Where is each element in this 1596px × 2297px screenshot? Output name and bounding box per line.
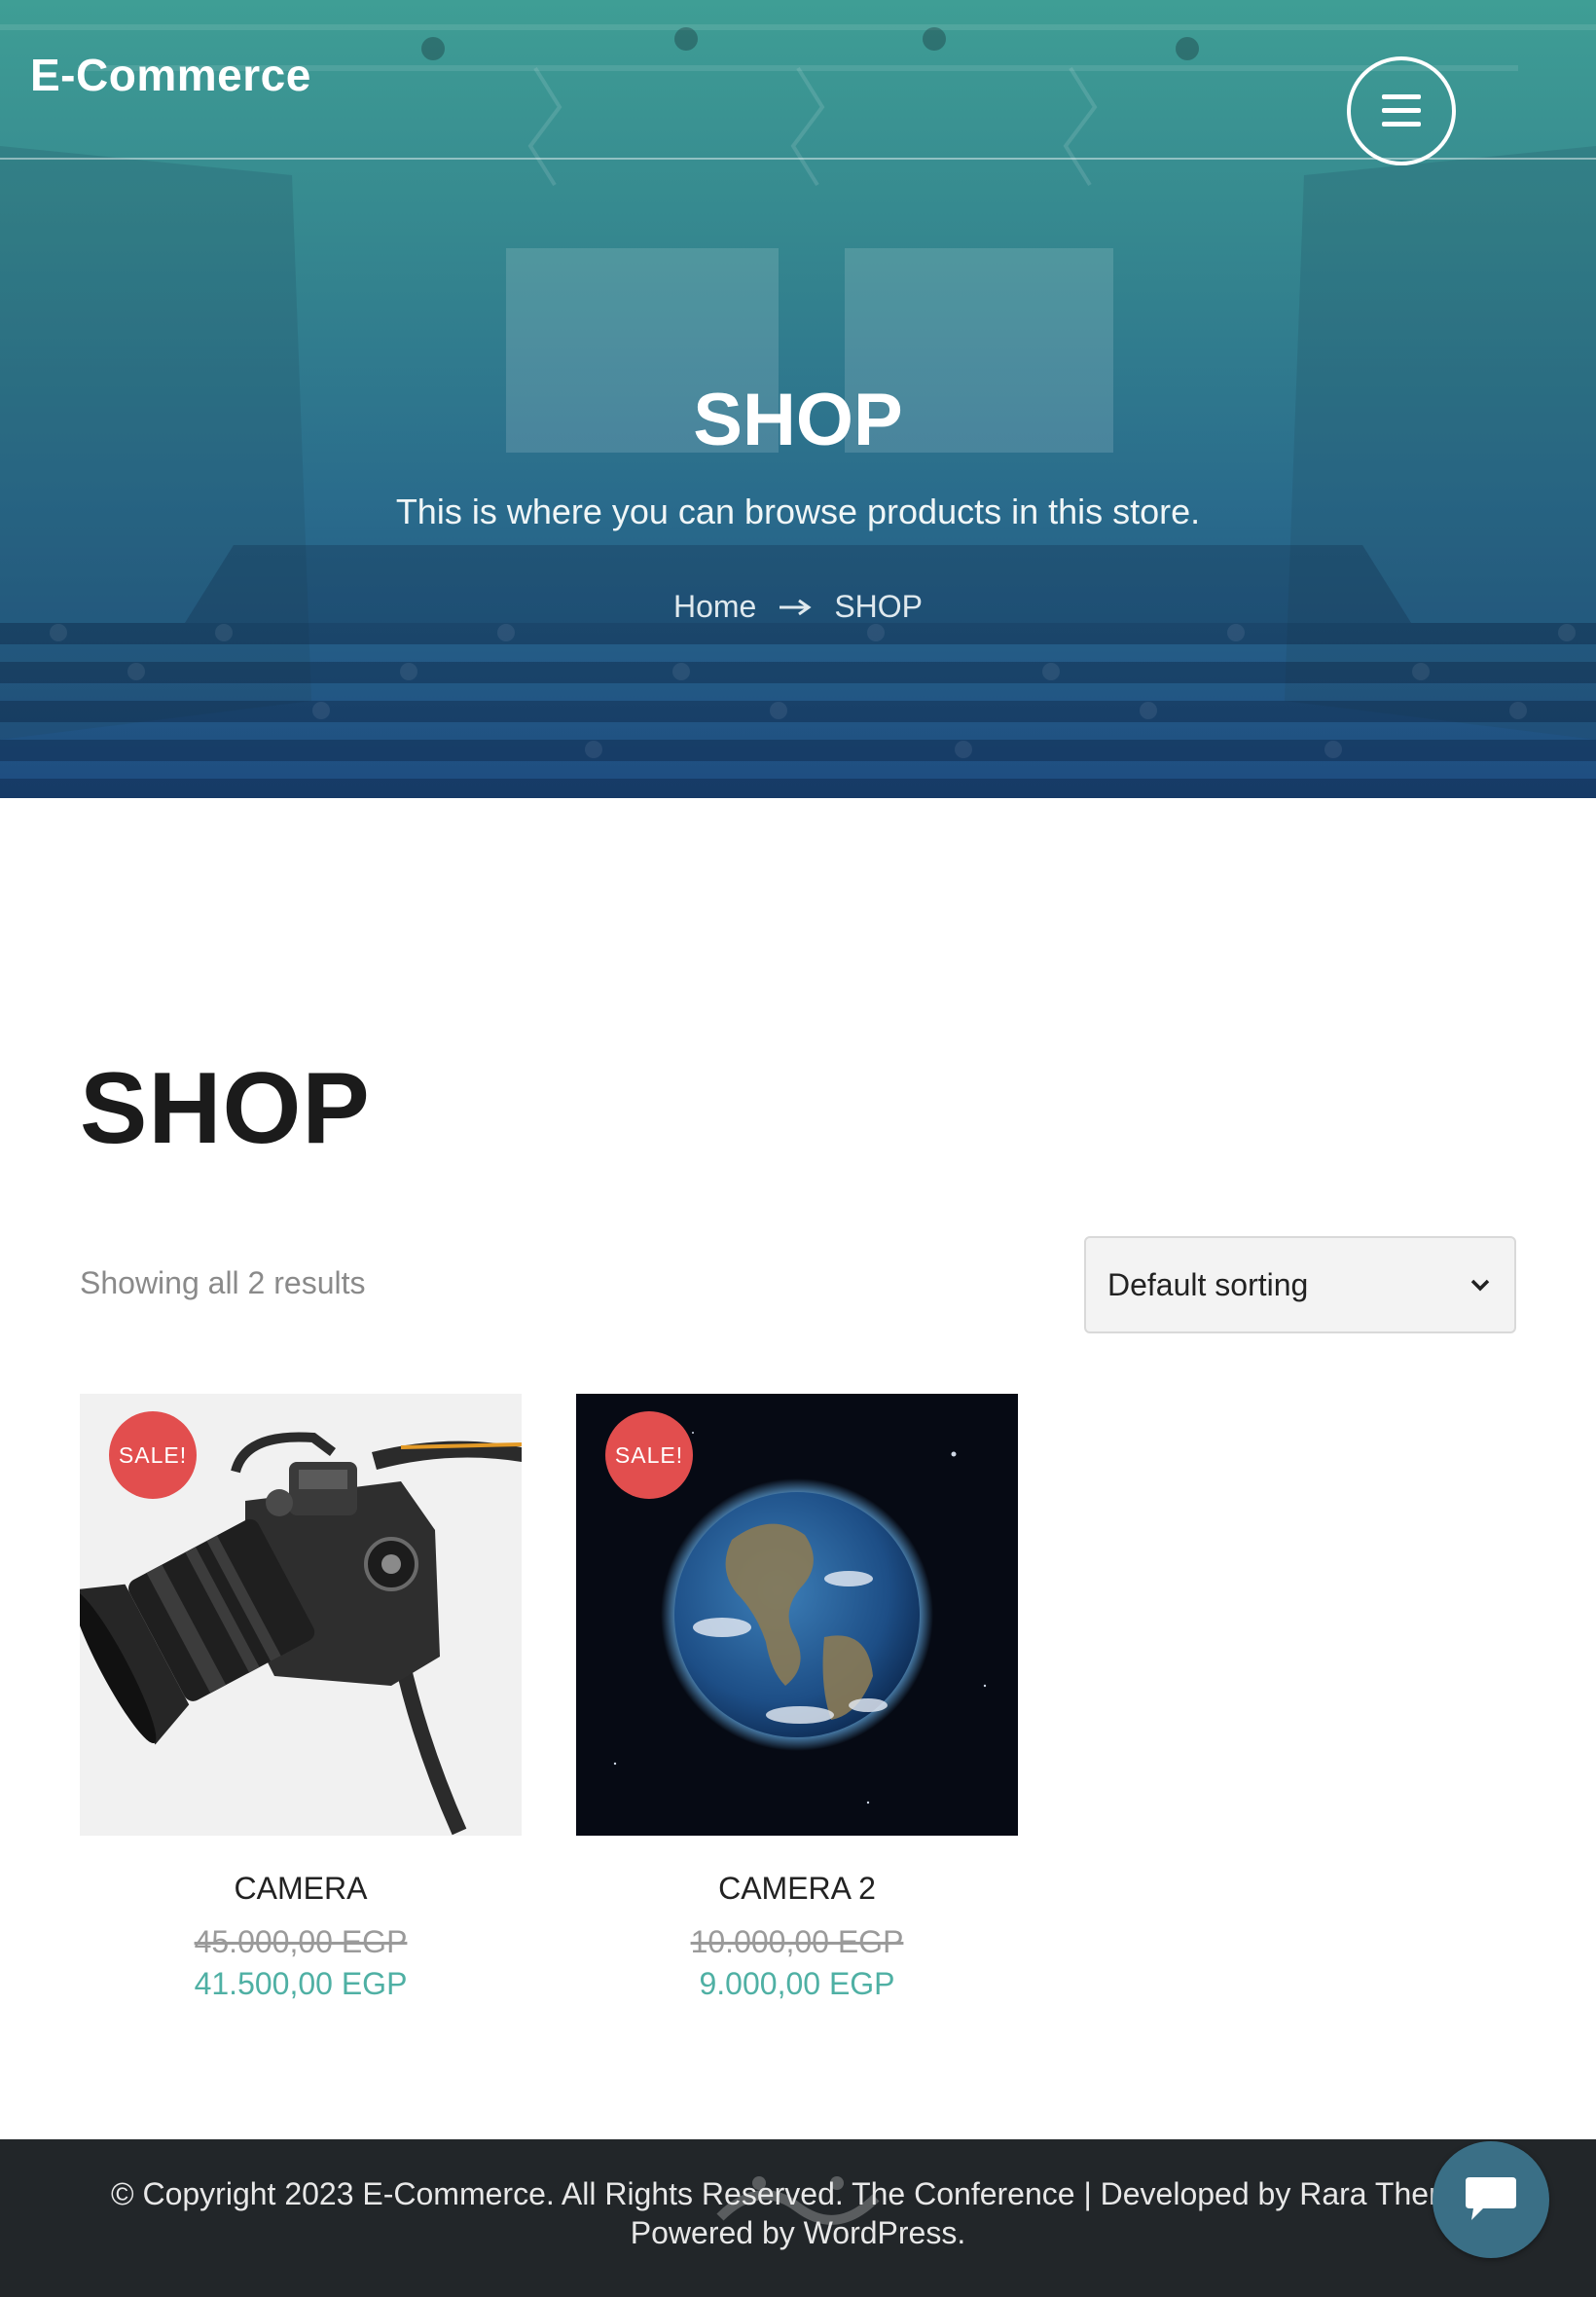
sale-price: 41.500,00 EGP: [194, 1966, 408, 2001]
hero-banner: E-Commerce SHOP This is where you can br…: [0, 0, 1596, 798]
menu-button[interactable]: [1347, 56, 1456, 165]
breadcrumb: Home SHOP: [0, 589, 1596, 625]
chat-button[interactable]: [1433, 2141, 1549, 2258]
sale-price: 9.000,00 EGP: [699, 1966, 895, 2001]
hero-title: SHOP: [693, 379, 903, 461]
regular-price: 45.000,00 EGP: [194, 1924, 408, 1959]
page-title: SHOP: [80, 1052, 371, 1165]
chevron-down-icon: [1470, 1279, 1490, 1292]
product-card: SALE! CAMERA 2 10.000,00 EGP 9.000,00 EG…: [576, 1394, 1018, 2002]
product-image[interactable]: SALE!: [576, 1394, 1018, 1836]
sale-badge: SALE!: [605, 1411, 693, 1499]
product-card: SALE! CAMERA 45.000,00 EGP 41.500,00 EGP: [80, 1394, 522, 2002]
regular-price: 10.000,00 EGP: [690, 1924, 904, 1959]
wordpress-link[interactable]: Powered by WordPress.: [631, 2215, 965, 2250]
result-count: Showing all 2 results: [80, 1265, 366, 1300]
hamburger-icon: [1382, 94, 1421, 127]
sale-badge: SALE!: [109, 1411, 197, 1499]
product-image[interactable]: SALE!: [80, 1394, 522, 1836]
sort-selected-value: Default sorting: [1107, 1266, 1309, 1302]
arrow-right-icon: [780, 599, 812, 615]
product-title[interactable]: CAMERA: [80, 1871, 522, 1907]
hero-subtitle: This is where you can browse products in…: [395, 492, 1201, 531]
chat-bubble-icon: [1466, 2177, 1516, 2220]
footer-copyright: © Copyright 2023 E-Commerce. All Rights …: [111, 2176, 1497, 2211]
site-title[interactable]: E-Commerce: [30, 49, 311, 101]
sort-select[interactable]: Default sorting: [1084, 1236, 1516, 1333]
product-title[interactable]: CAMERA 2: [576, 1871, 1018, 1907]
breadcrumb-home-link[interactable]: Home: [673, 589, 756, 625]
site-footer: © Copyright 2023 E-Commerce. All Rights …: [0, 2139, 1596, 2297]
site-header: E-Commerce: [0, 0, 1596, 165]
footer-powered-by: Powered by WordPress.: [0, 2215, 1596, 2251]
breadcrumb-current: SHOP: [834, 589, 924, 624]
